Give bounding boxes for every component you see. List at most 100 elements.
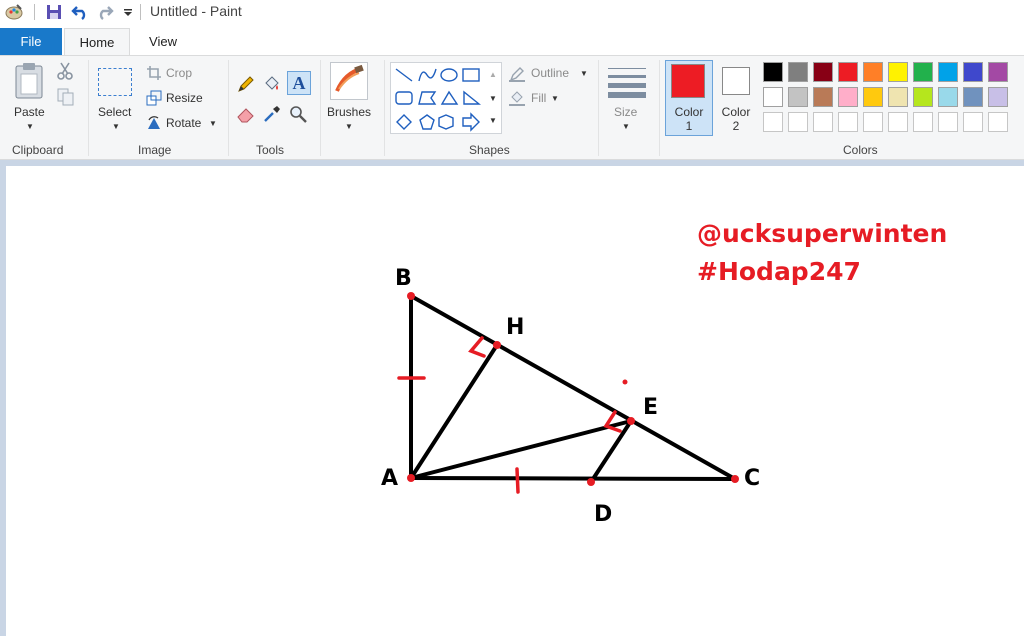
fill-label[interactable]: Fill [531,91,546,105]
drawing-canvas[interactable]: B A C H E D @ucksuperwinten #Hodap247 [6,166,1024,636]
palette-swatch[interactable] [988,87,1008,107]
tools-group-label: Tools [256,143,285,157]
select-icon[interactable] [98,68,132,96]
eraser-icon[interactable] [236,104,256,127]
custom-color-slot[interactable] [963,112,983,132]
color1-swatch [671,64,705,98]
resize-label[interactable]: Resize [166,91,203,105]
palette-swatch[interactable] [988,62,1008,82]
undo-icon[interactable] [70,2,90,22]
shapes-gallery[interactable] [390,62,502,134]
shapes-scroll-up-icon[interactable]: ▲ [489,70,497,79]
custom-color-slot[interactable] [913,112,933,132]
color2-swatch[interactable] [722,67,750,95]
annotation-marks [397,336,622,494]
canvas-workspace: B A C H E D @ucksuperwinten #Hodap247 [0,160,1024,636]
group-separator [320,60,321,156]
brushes-label[interactable]: Brushes [327,105,371,119]
ribbon-tabs: File Home View [0,27,1024,56]
pencil-icon[interactable] [236,74,256,97]
palette-swatch[interactable] [813,87,833,107]
watermark-username: @ucksuperwinten [697,219,947,248]
clipboard-group-label: Clipboard [12,143,64,157]
palette-swatch[interactable] [963,87,983,107]
segment-BC [409,294,737,481]
palette-swatch[interactable] [813,62,833,82]
custom-color-slot[interactable] [888,112,908,132]
crop-label[interactable]: Crop [166,66,192,80]
ribbon: Paste ▼ Clipboard Select ▼ Crop Resize R… [0,55,1024,160]
color2-label[interactable]: Color 2 [718,105,754,133]
outline-label[interactable]: Outline [531,66,569,80]
palette-swatch[interactable] [938,62,958,82]
palette-swatch[interactable] [938,87,958,107]
fill-icon[interactable] [508,89,526,110]
size-label[interactable]: Size [614,105,637,119]
fill-bucket-icon[interactable] [262,74,282,97]
palette-swatch[interactable] [913,87,933,107]
paste-label: Paste [14,105,45,119]
cut-icon[interactable] [57,62,73,83]
text-tool-icon[interactable]: A [287,71,311,95]
palette-swatch[interactable] [763,87,783,107]
paint-app-icon[interactable] [4,2,24,22]
color1-label: Color 1 [674,105,704,133]
fill-dropdown-icon[interactable]: ▼ [551,94,559,103]
colors-group-label: Colors [843,143,878,157]
vertex-label-A: A [381,466,398,491]
magnifier-icon[interactable] [288,104,308,127]
palette-swatch[interactable] [888,87,908,107]
rotate-label[interactable]: Rotate [166,116,201,130]
right-angle-mark-H [468,336,486,358]
image-group-label: Image [138,143,172,157]
palette-swatch[interactable] [788,62,808,82]
window-title: Untitled - Paint [150,3,242,19]
brushes-icon[interactable] [330,62,368,100]
geometry-drawing: B A C H E D @ucksuperwinten #Hodap247 [381,219,947,527]
segment-AC [409,476,737,481]
shapes-scroll-down-icon[interactable]: ▼ [489,94,497,103]
vertex-label-C: C [744,466,760,491]
size-dropdown-icon[interactable]: ▼ [622,122,630,131]
custom-color-slot[interactable] [838,112,858,132]
crop-icon[interactable] [146,65,162,84]
rotate-icon[interactable] [146,115,162,134]
size-icon[interactable] [608,66,646,101]
customize-quick-access-icon[interactable] [118,2,138,22]
tab-home[interactable]: Home [64,28,130,56]
redo-icon[interactable] [95,2,115,22]
paste-button[interactable] [14,62,46,103]
palette-swatch[interactable] [913,62,933,82]
tab-view[interactable]: View [132,28,194,55]
custom-color-slot[interactable] [788,112,808,132]
brushes-dropdown-icon[interactable]: ▼ [345,122,353,131]
resize-icon[interactable] [146,90,162,109]
outline-dropdown-icon[interactable]: ▼ [580,69,588,78]
palette-swatch[interactable] [863,62,883,82]
palette-swatch[interactable] [838,87,858,107]
shapes-expand-icon[interactable]: ▼ [489,116,497,125]
palette-swatch[interactable] [888,62,908,82]
select-label[interactable]: Select [98,105,131,119]
shapes-group-label: Shapes [469,143,510,157]
custom-color-slot[interactable] [938,112,958,132]
custom-color-slot[interactable] [813,112,833,132]
palette-swatch[interactable] [763,62,783,82]
outline-icon[interactable] [508,65,526,86]
custom-color-slot[interactable] [988,112,1008,132]
palette-swatch[interactable] [788,87,808,107]
vertex-label-B: B [395,266,412,291]
rotate-dropdown-icon[interactable]: ▼ [209,119,217,128]
paste-dropdown-icon[interactable]: ▼ [26,122,34,131]
watermark-hashtag: #Hodap247 [697,257,861,286]
palette-swatch[interactable] [963,62,983,82]
color-picker-icon[interactable] [262,104,282,127]
palette-swatch[interactable] [863,87,883,107]
custom-color-slot[interactable] [863,112,883,132]
select-dropdown-icon[interactable]: ▼ [112,122,120,131]
palette-swatch[interactable] [838,62,858,82]
custom-color-slot[interactable] [763,112,783,132]
copy-icon[interactable] [57,88,75,109]
save-icon[interactable] [44,2,64,22]
tab-file[interactable]: File [0,28,62,55]
